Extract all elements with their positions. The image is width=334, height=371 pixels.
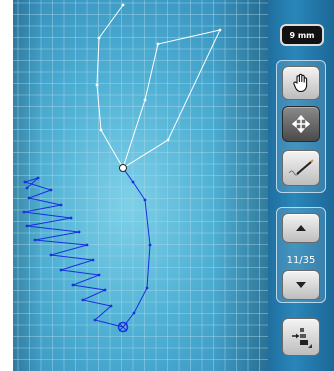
stitch-canvas[interactable] bbox=[13, 0, 268, 371]
arrow-up-icon bbox=[296, 225, 306, 231]
insert-stitch-icon bbox=[292, 328, 312, 348]
move-tool-button[interactable] bbox=[282, 106, 320, 142]
blue-stitch-points bbox=[22, 176, 152, 322]
page-counter: 11/35 bbox=[286, 255, 316, 266]
scroll-up-button[interactable] bbox=[282, 213, 320, 243]
current-stitch-marker bbox=[119, 164, 127, 172]
white-stitch-line-right bbox=[122, 29, 221, 169]
blue-stitch-line-zigzag bbox=[23, 177, 124, 328]
blue-stitch-line-curve bbox=[122, 167, 151, 328]
scroll-down-button[interactable] bbox=[282, 270, 320, 300]
stitch-width-button[interactable]: 9 mm bbox=[280, 24, 324, 46]
arrow-down-icon bbox=[296, 282, 306, 288]
white-stitch-line-left bbox=[96, 4, 124, 169]
stitch-pen-button[interactable] bbox=[282, 150, 320, 186]
hand-tool-button[interactable] bbox=[282, 66, 320, 100]
needle-position-marker bbox=[117, 321, 129, 333]
insert-stitch-button[interactable] bbox=[282, 318, 320, 356]
tool-panel: 9 mm 11/35 bbox=[268, 0, 334, 371]
stitch-width-label: 9 mm bbox=[289, 30, 315, 40]
move-arrows-icon bbox=[292, 115, 310, 133]
hand-icon bbox=[293, 73, 308, 93]
stitch-pattern bbox=[22, 3, 222, 333]
stitch-points bbox=[95, 3, 222, 142]
stitch-pen-icon bbox=[288, 159, 314, 176]
